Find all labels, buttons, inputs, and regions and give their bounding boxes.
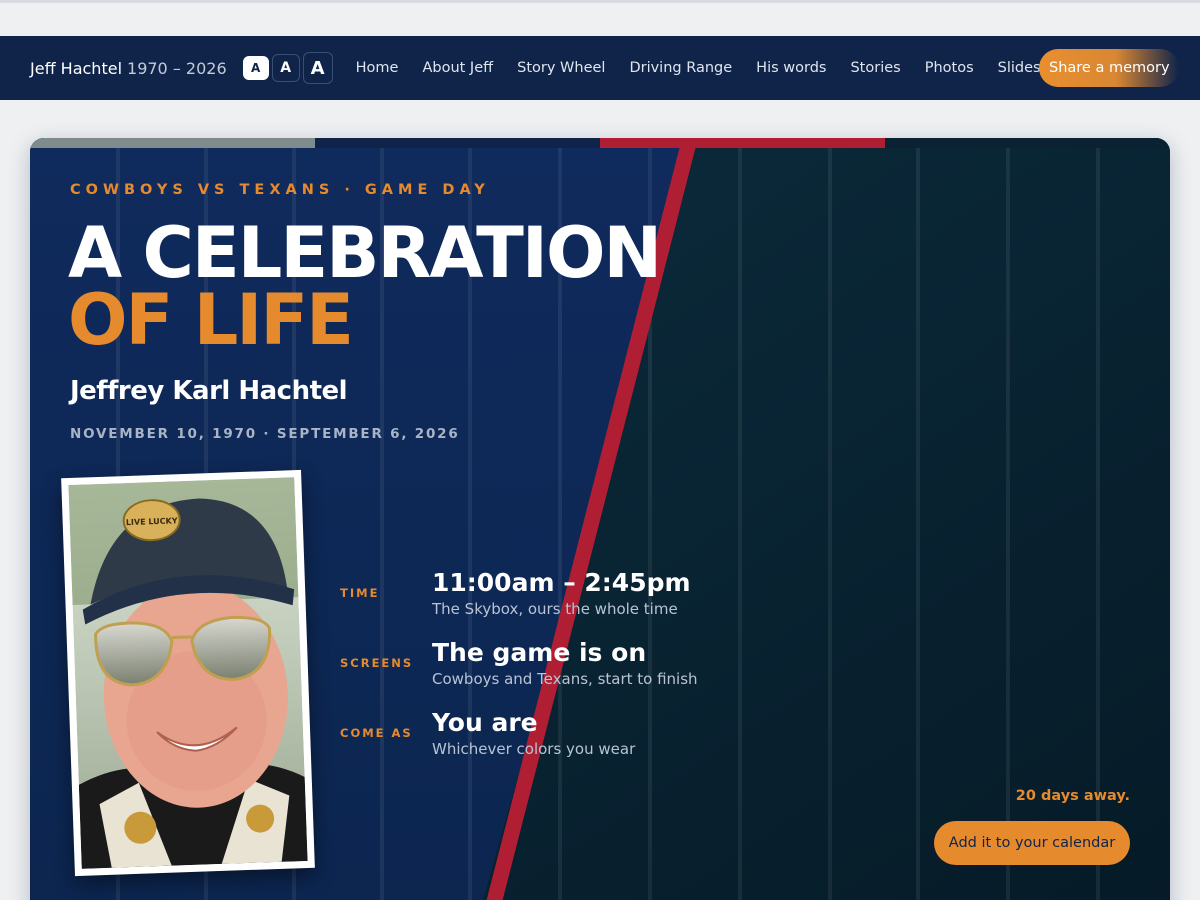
detail-screens-label: SCREENS	[340, 656, 414, 670]
brand-years: 1970 – 2026	[127, 58, 227, 78]
nav-link-his-words[interactable]: His words	[744, 60, 838, 76]
cap-badge-text: LIVE LUCKY	[126, 516, 178, 527]
nav-link-driving-range[interactable]: Driving Range	[617, 60, 744, 76]
life-dates: NOVEMBER 10, 1970 · SEPTEMBER 6, 2026	[70, 426, 460, 442]
event-eyebrow: COWBOYS VS TEXANS · GAME DAY	[70, 182, 490, 198]
hero-card: COWBOYS VS TEXANS · GAME DAY A CELEBRATI…	[30, 138, 1170, 900]
nav-links: Home About Jeff Story Wheel Driving Rang…	[344, 60, 1083, 76]
detail-time-value: 11:00am – 2:45pm	[432, 568, 691, 597]
hero-title-line2: OF LIFE	[68, 279, 354, 361]
detail-time-label: TIME	[340, 586, 380, 600]
top-navigation: Jeff Hachtel 1970 – 2026 A A A Home About…	[0, 36, 1200, 100]
hero-title-line1: A CELEBRATION	[68, 212, 662, 294]
detail-dress-code-label: COME AS	[340, 726, 413, 740]
share-memory-button[interactable]: Share a memory	[1039, 49, 1179, 87]
detail-screens-value: The game is on	[432, 638, 647, 667]
detail-time-sub: The Skybox, ours the whole time	[432, 600, 678, 618]
site-brand[interactable]: Jeff Hachtel 1970 – 2026	[30, 59, 227, 78]
nav-link-stories[interactable]: Stories	[838, 60, 912, 76]
top-border	[0, 0, 1200, 3]
font-size-medium-button[interactable]: A	[271, 54, 300, 82]
countdown-text: 20 days away.	[1015, 788, 1130, 804]
detail-dress-code-sub: Whichever colors you wear	[432, 740, 636, 758]
nav-link-story-wheel[interactable]: Story Wheel	[505, 60, 617, 76]
detail-dress-code-value: You are	[432, 708, 538, 737]
font-size-large-button[interactable]: A	[302, 52, 333, 84]
full-name: Jeffrey Karl Hachtel	[70, 376, 348, 406]
nav-link-photos[interactable]: Photos	[913, 60, 986, 76]
font-size-controls: A A A	[242, 52, 333, 84]
nav-link-home[interactable]: Home	[344, 60, 411, 76]
color-stripes	[30, 138, 1170, 148]
brand-name: Jeff Hachtel	[30, 58, 123, 78]
detail-screens-sub: Cowboys and Texans, start to finish	[432, 670, 698, 688]
nav-link-about[interactable]: About Jeff	[410, 60, 505, 76]
font-size-small-button[interactable]: A	[242, 56, 269, 80]
portrait-photo: LIVE LUCKY	[61, 469, 315, 877]
add-to-calendar-button[interactable]: Add it to your calendar	[934, 821, 1130, 865]
